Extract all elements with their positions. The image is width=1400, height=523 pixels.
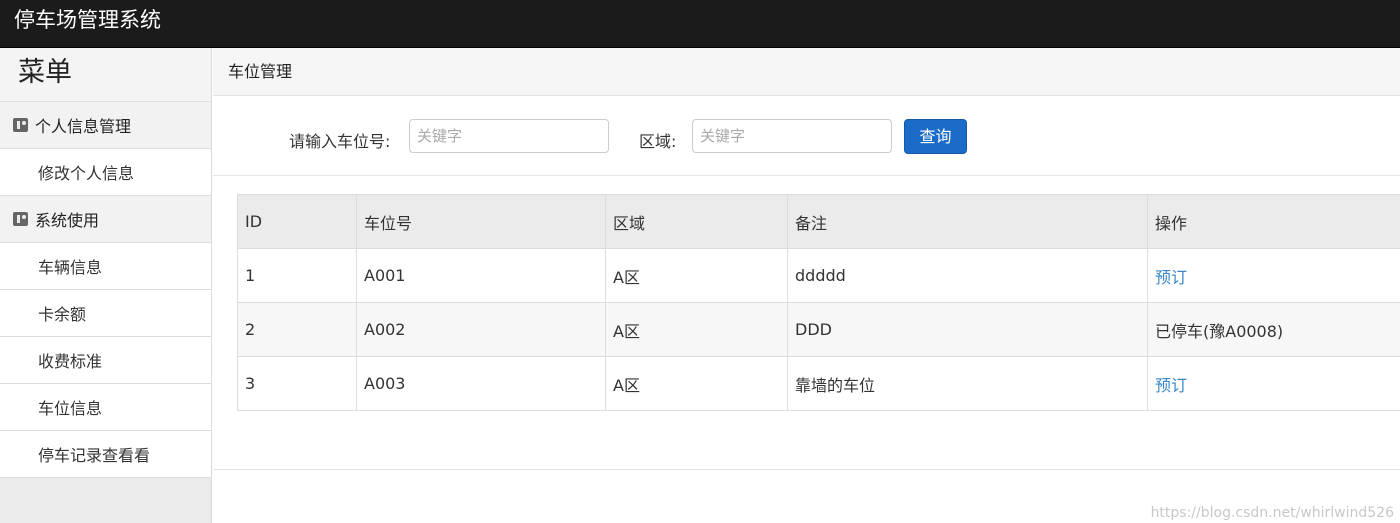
table-header-row: ID 车位号 区域 备注 操作 — [237, 194, 1400, 249]
search-form: 请输入车位号: 区域: 查询 — [213, 96, 1400, 176]
breadcrumb: 车位管理 — [213, 48, 1400, 96]
cell-slot: A001 — [356, 248, 606, 303]
main-content: 车位管理 请输入车位号: 区域: 查询 ID 车位号 区域 备注 操作 — [213, 48, 1400, 523]
cell-id: 2 — [237, 302, 357, 357]
column-header-slot: 车位号 — [356, 194, 606, 249]
cell-note: 靠墙的车位 — [787, 356, 1148, 411]
sidebar: 菜单 个人信息管理 修改个人信息 系统使用 车辆信息 卡余额 收费标准 车位信息… — [0, 48, 212, 523]
cell-action: 预订 — [1147, 356, 1400, 411]
contact-card-icon — [13, 118, 28, 132]
sidebar-item-slot-info[interactable]: 车位信息 — [0, 384, 211, 431]
occupied-status: 已停车(豫A0008) — [1155, 321, 1284, 341]
parking-slot-table: ID 车位号 区域 备注 操作 1 A001 A区 ddddd 预订 2 A00 — [237, 194, 1400, 411]
cell-area: A区 — [605, 356, 788, 411]
area-input[interactable] — [692, 119, 892, 153]
sidebar-item-fee-standard[interactable]: 收费标准 — [0, 337, 211, 384]
column-header-area: 区域 — [605, 194, 788, 249]
sidebar-group-label: 个人信息管理 — [35, 117, 132, 136]
slot-number-label: 请输入车位号: — [289, 132, 391, 151]
cell-note: DDD — [787, 302, 1148, 357]
cell-slot: A003 — [356, 356, 606, 411]
reserve-link[interactable]: 预订 — [1155, 268, 1187, 287]
column-header-id: ID — [237, 194, 357, 249]
cell-id: 3 — [237, 356, 357, 411]
sidebar-item-edit-profile[interactable]: 修改个人信息 — [0, 149, 211, 196]
sidebar-menu-title: 菜单 — [0, 48, 211, 102]
table-row: 3 A003 A区 靠墙的车位 预订 — [237, 356, 1400, 411]
sidebar-group-label: 系统使用 — [35, 211, 100, 230]
table-row: 2 A002 A区 DDD 已停车(豫A0008) — [237, 302, 1400, 357]
sidebar-item-card-balance[interactable]: 卡余额 — [0, 290, 211, 337]
cell-id: 1 — [237, 248, 357, 303]
cell-action: 预订 — [1147, 248, 1400, 303]
top-header: 停车场管理系统 — [0, 0, 1400, 48]
sidebar-group-personal[interactable]: 个人信息管理 — [0, 102, 211, 149]
reserve-link[interactable]: 预订 — [1155, 376, 1187, 395]
contact-card-icon — [13, 212, 28, 226]
sidebar-item-parking-records[interactable]: 停车记录查看看 — [0, 431, 211, 478]
cell-action: 已停车(豫A0008) — [1147, 302, 1400, 357]
area-label: 区域: — [639, 132, 677, 151]
watermark: https://blog.csdn.net/whirlwind526 — [1150, 505, 1394, 521]
sidebar-item-vehicle-info[interactable]: 车辆信息 — [0, 243, 211, 290]
column-header-note: 备注 — [787, 194, 1148, 249]
cell-area: A区 — [605, 248, 788, 303]
content-divider — [213, 469, 1400, 470]
cell-slot: A002 — [356, 302, 606, 357]
app-title: 停车场管理系统 — [14, 8, 161, 32]
slot-number-input[interactable] — [409, 119, 609, 153]
sidebar-group-system[interactable]: 系统使用 — [0, 196, 211, 243]
search-button[interactable]: 查询 — [904, 119, 967, 154]
cell-note: ddddd — [787, 248, 1148, 303]
column-header-action: 操作 — [1147, 194, 1400, 249]
table-row: 1 A001 A区 ddddd 预订 — [237, 248, 1400, 303]
cell-area: A区 — [605, 302, 788, 357]
